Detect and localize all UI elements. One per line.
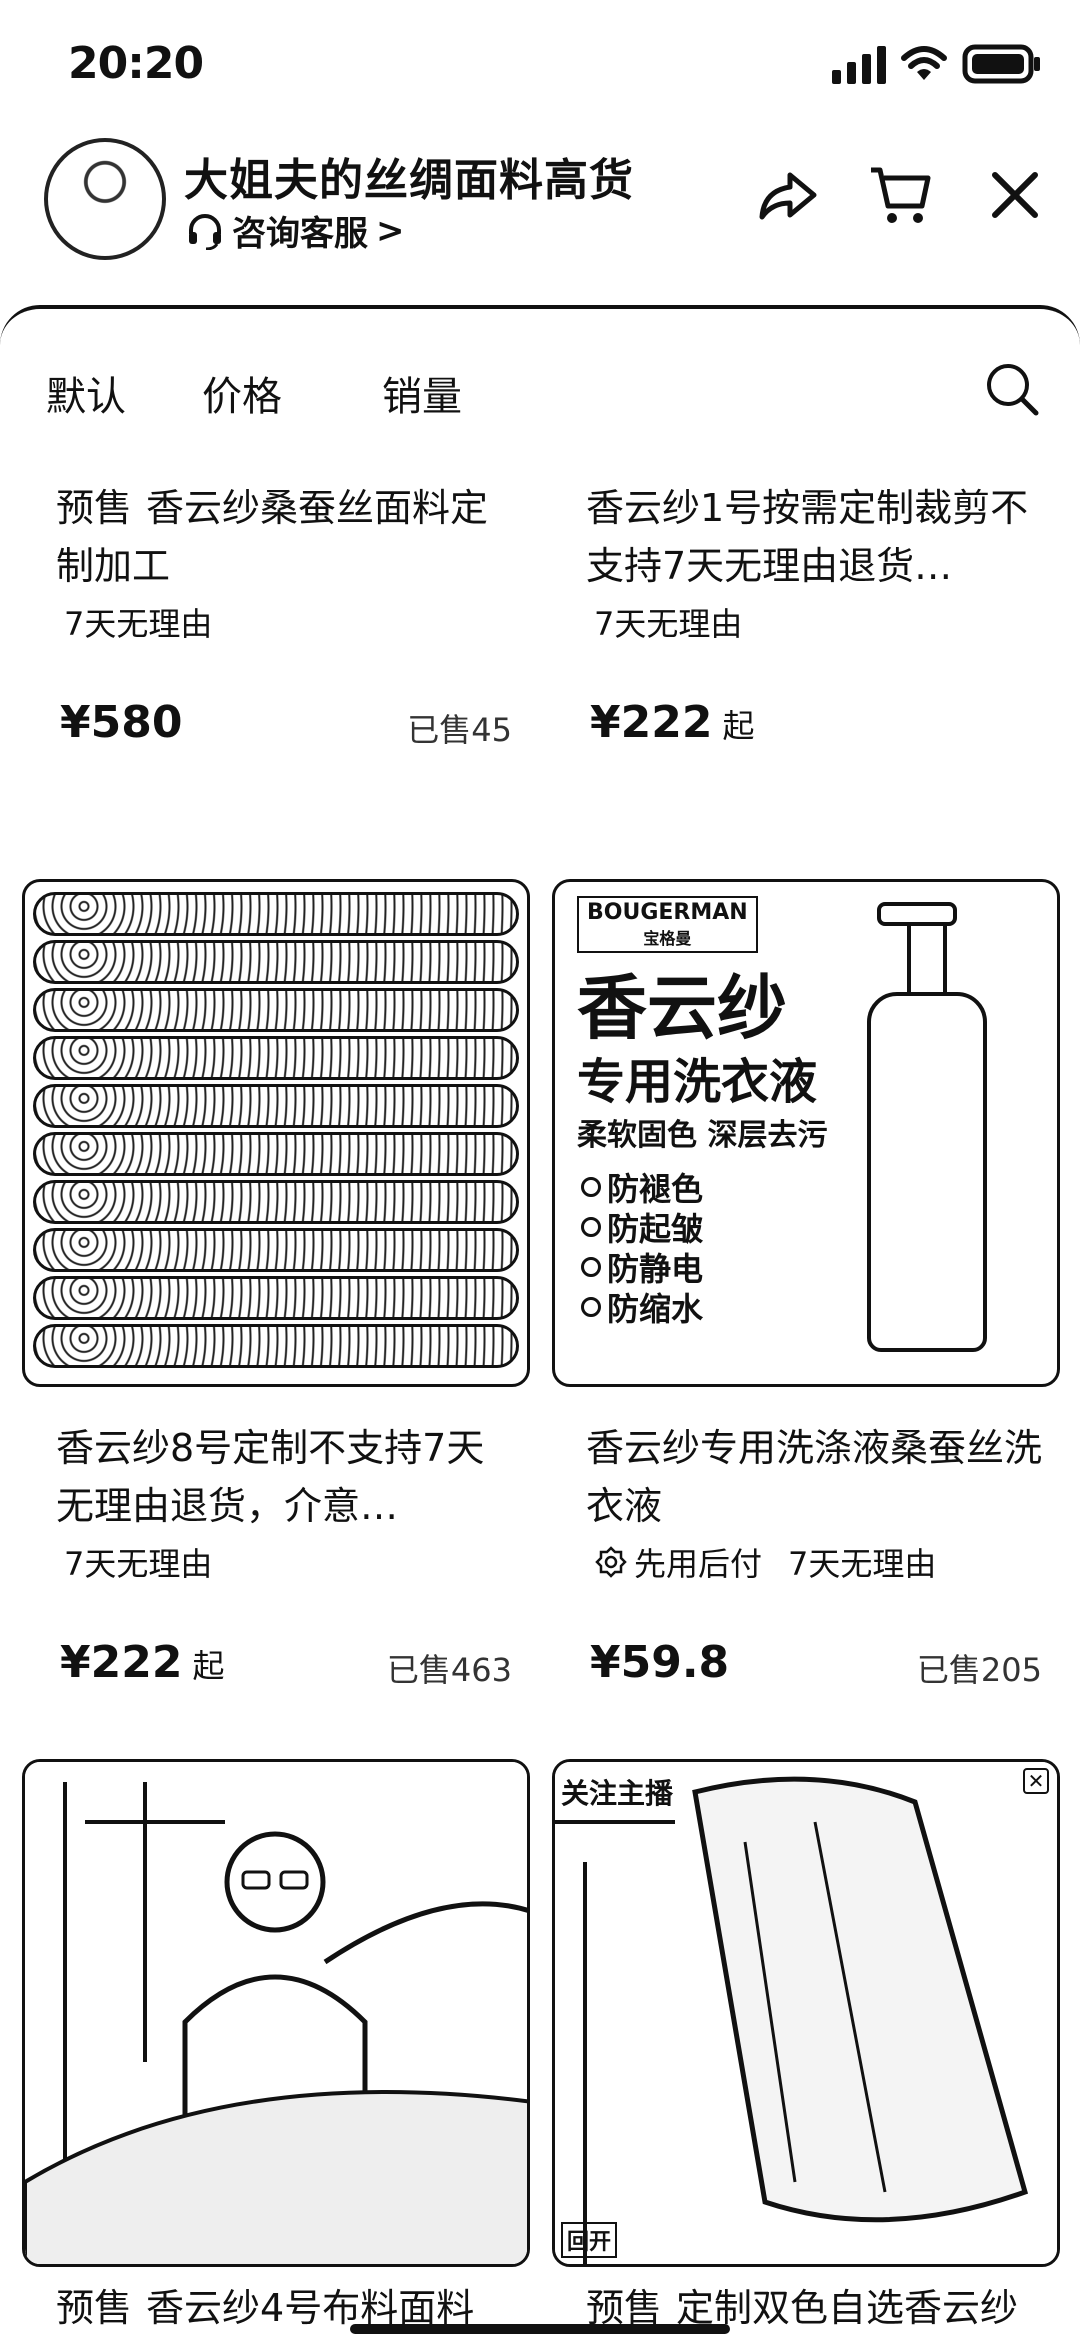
scarf-photo [555, 1762, 1057, 2264]
brand-logo: BOUGERMAN 宝格曼 [577, 896, 758, 953]
ad-feature: 防缩水 [581, 1284, 703, 1330]
product-title: 预售 香云纱桑蚕丝面料定制加工 [56, 486, 489, 588]
overlay-close-icon[interactable]: ✕ [1023, 1768, 1049, 1794]
product-tags: 7天无理由 [22, 1539, 532, 1585]
pay-later-icon [595, 1546, 627, 1578]
consult-label: 咨询客服 [232, 214, 368, 254]
status-icons [832, 44, 1042, 84]
wifi-icon [901, 46, 947, 80]
search-icon [987, 364, 1039, 416]
cart-icon [871, 167, 931, 223]
share-button[interactable] [752, 160, 822, 230]
close-button[interactable] [980, 160, 1050, 230]
detergent-bottle-shape [867, 992, 987, 1352]
return-policy-tag: 7天无理由 [788, 1545, 937, 1583]
product-card[interactable]: 香云纱专用洗涤液桑蚕丝洗衣液 先用后付 7天无理由 ¥59.8 已售205 [552, 1419, 1062, 1707]
product-price: ¥580 [60, 697, 183, 748]
product-card[interactable]: 香云纱8号定制不支持7天无理由退货，介意… 7天无理由 ¥222 起 已售463 [22, 1419, 532, 1707]
status-time: 20:20 [68, 38, 204, 89]
sold-count: 已售463 [386, 1651, 512, 1689]
sort-bar: 默认 价格 销量 [0, 309, 1080, 479]
home-indicator[interactable] [350, 2324, 730, 2334]
search-button[interactable] [982, 359, 1052, 429]
price-row: ¥222 起 已售463 [22, 1637, 532, 1707]
presenter-photo [25, 1762, 527, 2264]
headset-icon [189, 213, 221, 250]
presale-tag: 预售 [56, 486, 133, 530]
return-policy-tag: 7天无理由 [64, 605, 213, 643]
tab-default[interactable]: 默认 [46, 364, 126, 422]
return-policy-tag: 7天无理由 [64, 1545, 213, 1583]
price-row: ¥222 起 [552, 697, 1062, 767]
tab-sales[interactable]: 销量 [382, 364, 462, 422]
sold-count: 已售205 [916, 1651, 1042, 1689]
product-title: 香云纱8号定制不支持7天无理由退货，介意… [56, 1426, 485, 1528]
product-image-scarf[interactable]: 关注主播 ✕ 回开 [552, 1759, 1060, 2267]
price-row: ¥59.8 已售205 [552, 1637, 1062, 1707]
product-image-fabric-rolls[interactable] [22, 879, 530, 1387]
ad-slogan: 柔软固色 深层去污 [577, 1118, 828, 1153]
share-icon [759, 172, 817, 220]
product-title: 香云纱专用洗涤液桑蚕丝洗衣液 [586, 1426, 1043, 1528]
product-title: 香云纱1号按需定制裁剪不支持7天无理由退货… [586, 486, 1029, 588]
battery-icon [962, 44, 1040, 84]
header-actions [752, 160, 1050, 230]
product-sheet: 默认 价格 销量 预售 香云纱桑蚕丝面料定制加工 7天无理由 ¥580 已售45 … [0, 305, 1080, 2338]
shop-header: 大姐夫的丝绸面料高货 咨询客服 > [0, 130, 1080, 310]
pay-later-tag: 先用后付 [594, 1539, 762, 1585]
product-price: ¥59.8 [590, 1637, 730, 1688]
price-row: ¥580 已售45 [22, 697, 532, 767]
consult-chevron: > [376, 210, 405, 251]
product-image-detergent[interactable]: BOUGERMAN 宝格曼 香云纱 专用洗衣液 柔软固色 深层去污 防褪色 防起… [552, 879, 1060, 1387]
shop-name[interactable]: 大姐夫的丝绸面料高货 [184, 144, 634, 208]
ad-subhead: 专用洗衣液 [577, 1054, 818, 1110]
product-price: ¥222 起 [60, 1637, 225, 1688]
tab-price[interactable]: 价格 [202, 364, 282, 422]
product-tags: 7天无理由 [22, 599, 532, 645]
status-bar: 20:20 [0, 0, 1080, 130]
close-icon [992, 172, 1038, 218]
product-card[interactable]: 香云纱1号按需定制裁剪不支持7天无理由退货… 7天无理由 ¥222 起 [552, 479, 1062, 767]
product-tags: 7天无理由 [552, 599, 1062, 645]
shop-avatar[interactable] [44, 138, 166, 260]
bottle-neck-shape [907, 922, 947, 996]
ad-headline: 香云纱 [577, 967, 787, 1049]
corner-badge: 回开 [561, 2222, 618, 2258]
consult-service-link[interactable]: 咨询客服 > [186, 206, 405, 255]
product-card[interactable]: 预售 香云纱桑蚕丝面料定制加工 7天无理由 ¥580 已售45 [22, 479, 532, 767]
sold-count: 已售45 [407, 711, 512, 749]
product-image-presenter[interactable] [22, 1759, 530, 2267]
cart-button[interactable] [866, 160, 936, 230]
presale-tag: 预售 [56, 2286, 133, 2330]
return-policy-tag: 7天无理由 [594, 605, 743, 643]
follow-host-overlay[interactable]: 关注主播 [561, 1772, 673, 1812]
product-tags: 先用后付 7天无理由 [552, 1539, 1062, 1585]
fabric-rolls-photo [25, 882, 527, 1384]
product-price: ¥222 起 [590, 697, 755, 748]
signal-icon [832, 46, 886, 84]
